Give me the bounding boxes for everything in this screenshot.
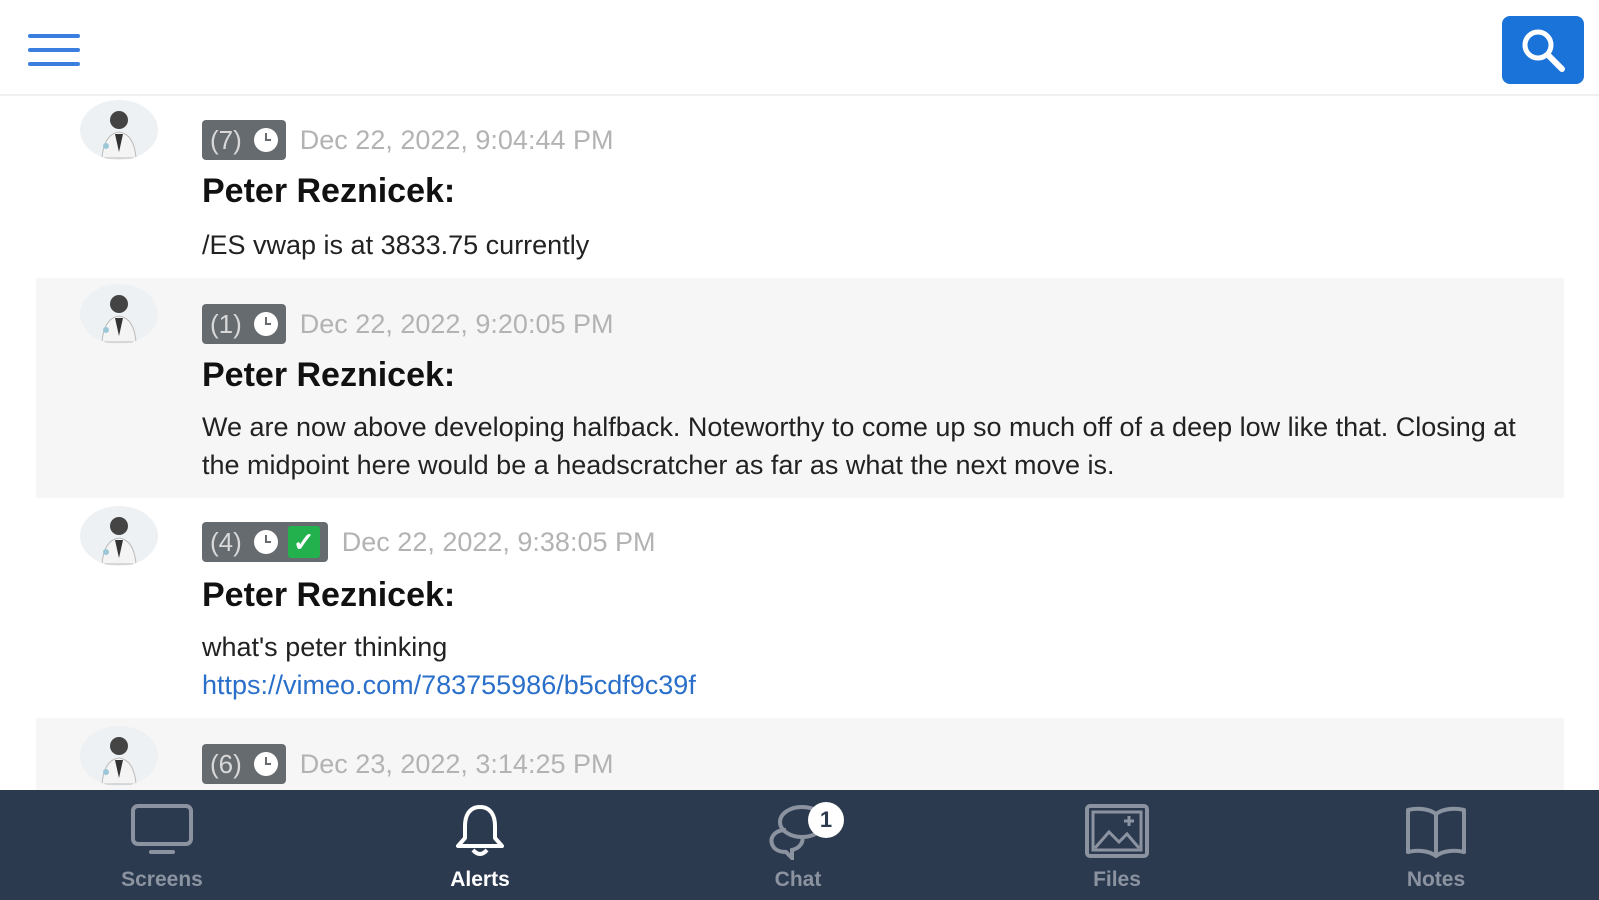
search-icon bbox=[1522, 29, 1565, 72]
message-meta: (6) Dec 23, 2022, 3:14:25 PM bbox=[202, 744, 614, 784]
search-button[interactable] bbox=[1502, 16, 1584, 84]
tab-files[interactable]: Files bbox=[1027, 790, 1207, 900]
message-text: /ES vwap is at 3833.75 currently bbox=[202, 230, 590, 260]
avatar bbox=[80, 100, 158, 160]
message-author: Peter Reznicek: bbox=[202, 576, 456, 614]
tab-label: Alerts bbox=[450, 868, 510, 891]
vimeo-link[interactable]: https://vimeo.com/783755986/b5cdf9c39f bbox=[202, 666, 1542, 704]
message-meta: (4) ✓ Dec 22, 2022, 9:38:05 PM bbox=[202, 522, 656, 562]
tab-label: Files bbox=[1093, 868, 1141, 891]
clock-icon bbox=[253, 312, 278, 336]
tab-label: Notes bbox=[1406, 868, 1466, 891]
open-book-icon bbox=[1406, 806, 1466, 858]
tab-screens[interactable]: Screens bbox=[72, 790, 252, 900]
tab-label: Screens bbox=[121, 868, 203, 891]
bottom-tab-bar: Screens Alerts 1 Chat Files Notes bbox=[0, 790, 1599, 900]
message-timestamp: Dec 22, 2022, 9:38:05 PM bbox=[341, 526, 656, 557]
alert-message: (7) Dec 22, 2022, 9:04:44 PM Peter Rezni… bbox=[36, 96, 1564, 278]
checkmark-icon: ✓ bbox=[287, 526, 320, 558]
alert-message: (1) Dec 22, 2022, 9:20:05 PM Peter Rezni… bbox=[36, 278, 1564, 498]
message-timestamp: Dec 22, 2022, 9:20:05 PM bbox=[299, 308, 614, 339]
message-text: what's peter thinking bbox=[202, 632, 448, 662]
tab-alerts[interactable]: Alerts bbox=[390, 790, 570, 900]
monitor-icon bbox=[131, 804, 193, 854]
chat-unread-badge: 1 bbox=[808, 802, 844, 838]
top-header bbox=[0, 0, 1599, 96]
clock-icon bbox=[253, 530, 278, 554]
avatar bbox=[80, 726, 158, 786]
alert-count-badge[interactable]: (7) bbox=[202, 120, 286, 160]
tab-notes[interactable]: Notes bbox=[1346, 790, 1526, 900]
alert-count: (4) bbox=[210, 526, 242, 557]
alerts-feed[interactable]: (7) Dec 22, 2022, 9:04:44 PM Peter Rezni… bbox=[0, 96, 1599, 790]
hamburger-menu-icon[interactable] bbox=[28, 32, 80, 68]
message-meta: (7) Dec 22, 2022, 9:04:44 PM bbox=[202, 120, 614, 160]
avatar bbox=[80, 506, 158, 566]
message-timestamp: Dec 22, 2022, 9:04:44 PM bbox=[299, 124, 614, 155]
alert-count: (6) bbox=[210, 748, 242, 779]
alert-count: (1) bbox=[210, 308, 242, 339]
clock-icon bbox=[253, 752, 278, 776]
clock-icon bbox=[253, 128, 278, 152]
message-body: what's peter thinking https://vimeo.com/… bbox=[202, 628, 1542, 704]
image-gallery-icon bbox=[1085, 804, 1149, 858]
message-author: Peter Reznicek: bbox=[202, 172, 456, 210]
alert-message: (4) ✓ Dec 22, 2022, 9:38:05 PM Peter Rez… bbox=[36, 498, 1564, 718]
message-meta: (1) Dec 22, 2022, 9:20:05 PM bbox=[202, 304, 614, 344]
avatar bbox=[80, 284, 158, 344]
alert-message: (6) Dec 23, 2022, 3:14:25 PM bbox=[36, 718, 1564, 790]
alert-count-badge[interactable]: (4) ✓ bbox=[202, 522, 328, 562]
alert-count-badge[interactable]: (6) bbox=[202, 744, 286, 784]
bell-icon bbox=[456, 805, 504, 856]
alert-count: (7) bbox=[210, 124, 242, 155]
tab-chat[interactable]: 1 Chat bbox=[708, 790, 888, 900]
tab-label: Chat bbox=[774, 868, 822, 891]
message-author: Peter Reznicek: bbox=[202, 356, 456, 394]
message-text: We are now above developing halfback. No… bbox=[202, 412, 1516, 480]
alert-count-badge[interactable]: (1) bbox=[202, 304, 286, 344]
message-timestamp: Dec 23, 2022, 3:14:25 PM bbox=[299, 748, 614, 779]
